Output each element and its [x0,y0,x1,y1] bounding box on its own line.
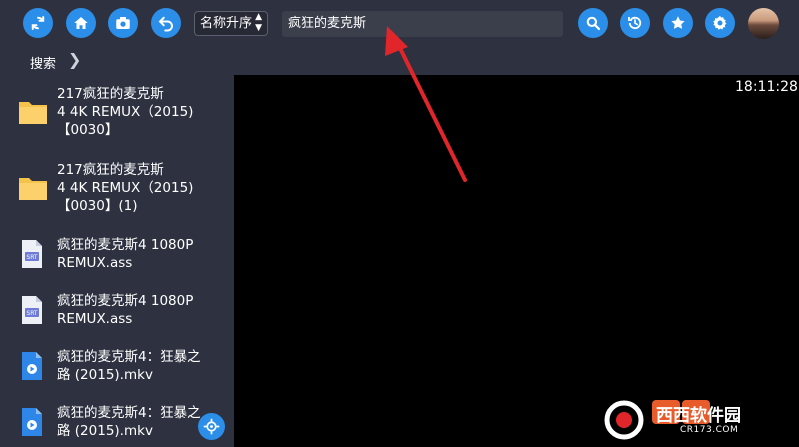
list-item-file[interactable]: SRT 疯狂的麦克斯4 1080P REMUX.ass [0,236,234,276]
history-button[interactable] [620,8,650,38]
subtitle-file-icon: SRT [22,240,42,268]
camera-button[interactable] [108,8,138,38]
camera-icon [116,17,130,29]
top-toolbar: 名称升序 ▲ ▼ 疯狂的麦克斯 [0,0,799,47]
file-name: 疯狂的麦克斯4 1080P REMUX.ass [57,293,194,327]
history-icon [628,16,642,30]
sort-select-label: 名称升序 [200,16,253,31]
file-name: 217疯狂的麦克斯 4 4K REMUX（2015) 【0030】(1) [57,162,194,214]
svg-text:SRT: SRT [26,254,38,261]
video-file-icon [22,408,42,436]
locate-button[interactable] [198,413,225,440]
refresh-icon [31,16,45,30]
watermark: 西西软件园 CR173.COM [598,398,794,442]
subtitle-file-icon: SRT [22,296,42,324]
list-item-file[interactable]: 疯狂的麦克斯4：狂暴之 路 (2015).mkv [0,348,234,388]
breadcrumb: 搜索 ❯ [0,47,799,75]
star-icon [671,16,685,29]
file-name: 217疯狂的麦克斯 4 4K REMUX（2015) 【0030】 [57,86,194,138]
folder-icon [19,102,47,124]
watermark-domain: CR173.COM [680,425,739,435]
folder-icon [19,178,47,200]
file-list: 217疯狂的麦克斯 4 4K REMUX（2015) 【0030】 217疯狂的… [0,75,234,447]
avatar[interactable] [748,8,779,39]
search-icon [586,16,601,31]
list-item-folder[interactable]: 217疯狂的麦克斯 4 4K REMUX（2015) 【0030】 [0,85,234,143]
back-icon [158,16,173,32]
back-button[interactable] [151,8,181,38]
svg-text:SRT: SRT [26,310,38,317]
home-icon [74,17,88,29]
video-file-icon [22,352,42,380]
search-input[interactable]: 疯狂的麦克斯 [282,11,563,37]
sort-select[interactable]: 名称升序 ▲ ▼ [194,11,268,36]
clock: 18:11:28 [735,79,798,95]
crosshair-icon [203,418,220,435]
file-name: 疯狂的麦克斯4 1080P REMUX.ass [57,237,194,271]
search-button[interactable] [578,8,608,38]
gear-icon [713,15,727,30]
home-button[interactable] [66,8,96,38]
list-item-folder[interactable]: 217疯狂的麦克斯 4 4K REMUX（2015) 【0030】(1) [0,161,234,219]
file-name: 疯狂的麦克斯4：狂暴之 路 (2015).mkv [57,349,201,383]
refresh-button[interactable] [23,8,53,38]
chevron-right-icon: ❯ [68,50,82,69]
favorites-button[interactable] [663,8,693,38]
settings-button[interactable] [705,8,735,38]
sort-arrows-icon: ▲ ▼ [255,12,262,33]
list-item-file[interactable]: SRT 疯狂的麦克斯4 1080P REMUX.ass [0,292,234,332]
watermark-title: 西西软件园 [656,406,741,426]
breadcrumb-label[interactable]: 搜索 [30,53,56,72]
